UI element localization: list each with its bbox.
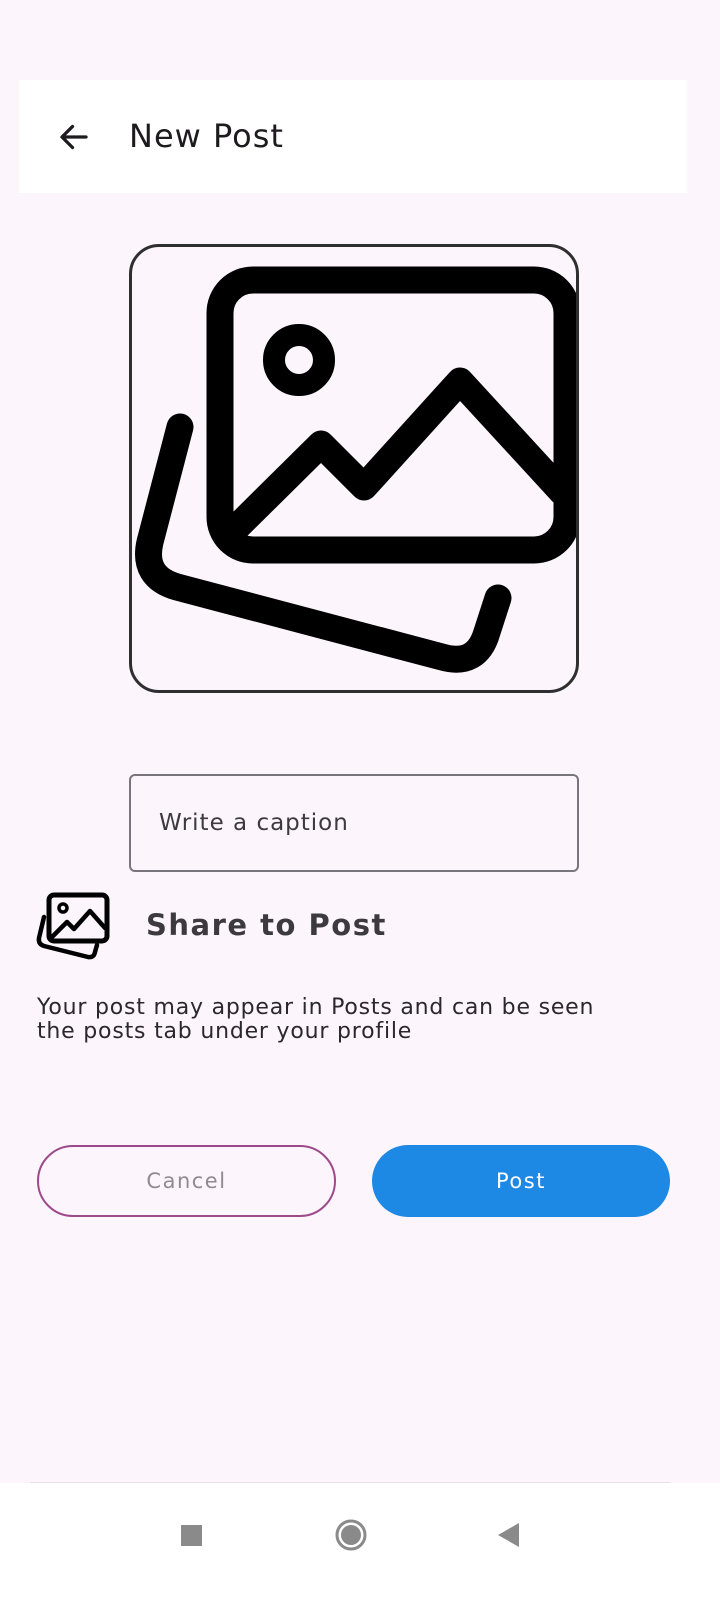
home-button[interactable] xyxy=(321,1505,381,1565)
share-description: Your post may appear in Posts and can be… xyxy=(37,995,595,1044)
status-bar xyxy=(0,0,720,70)
image-picker[interactable] xyxy=(129,244,579,693)
page-title: New Post xyxy=(129,117,284,155)
cancel-button[interactable]: Cancel xyxy=(37,1145,336,1217)
images-icon xyxy=(35,892,111,962)
post-button[interactable]: Post xyxy=(372,1145,670,1217)
back-nav-button[interactable] xyxy=(479,1505,539,1565)
back-button[interactable] xyxy=(49,112,99,162)
images-icon xyxy=(135,266,576,673)
caption-input[interactable] xyxy=(129,774,579,872)
share-to-post-label: Share to Post xyxy=(146,908,387,942)
triangle-back-icon xyxy=(498,1523,519,1547)
recents-button[interactable] xyxy=(161,1505,221,1565)
arrow-left-icon xyxy=(60,124,88,150)
square-icon xyxy=(181,1525,202,1546)
system-nav-bar xyxy=(0,1483,720,1600)
circle-icon xyxy=(335,1519,367,1551)
app-bar: New Post xyxy=(19,80,687,193)
